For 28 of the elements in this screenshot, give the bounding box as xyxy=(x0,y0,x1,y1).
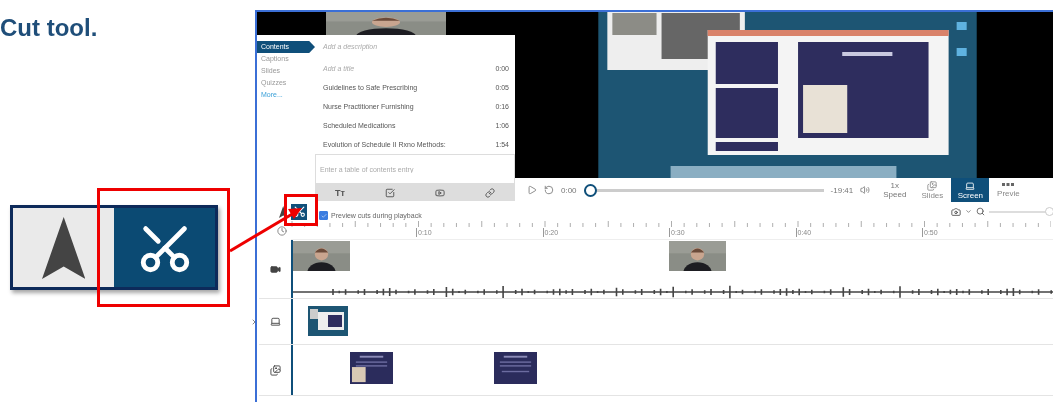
seek-thumb[interactable] xyxy=(583,183,597,197)
laptop-icon xyxy=(965,180,976,191)
video-camera-icon xyxy=(269,263,281,275)
volume-icon[interactable] xyxy=(860,185,871,195)
slides-icon xyxy=(269,364,281,376)
view-tab[interactable]: Slides xyxy=(913,178,952,202)
zoom-thumb[interactable] xyxy=(1045,206,1053,216)
checklist-icon[interactable] xyxy=(384,187,395,198)
clock-icon xyxy=(277,225,287,236)
slides-icon xyxy=(927,180,938,191)
link-icon[interactable] xyxy=(484,187,495,198)
caret-icon[interactable] xyxy=(965,208,972,215)
play-icon[interactable] xyxy=(527,185,537,195)
speed-button[interactable]: 1x Speed xyxy=(883,181,907,199)
laptop-icon xyxy=(269,316,281,327)
rewind-icon[interactable] xyxy=(544,185,554,195)
arrow-pointer-icon xyxy=(41,216,86,279)
remaining-time: -19:41 xyxy=(830,185,854,195)
view-tab[interactable]: Screen xyxy=(951,178,990,202)
camera-icon[interactable] xyxy=(951,206,961,217)
video-icon[interactable] xyxy=(434,187,445,198)
grid-icon xyxy=(1002,182,1015,189)
checkbox[interactable] xyxy=(319,211,328,220)
current-time: 0:00 xyxy=(561,185,577,195)
heading: Cut tool. xyxy=(0,14,99,42)
search-icon[interactable] xyxy=(976,207,985,216)
view-tab[interactable]: Previe xyxy=(989,178,1028,202)
text-format-button[interactable]: Tт xyxy=(335,187,345,198)
